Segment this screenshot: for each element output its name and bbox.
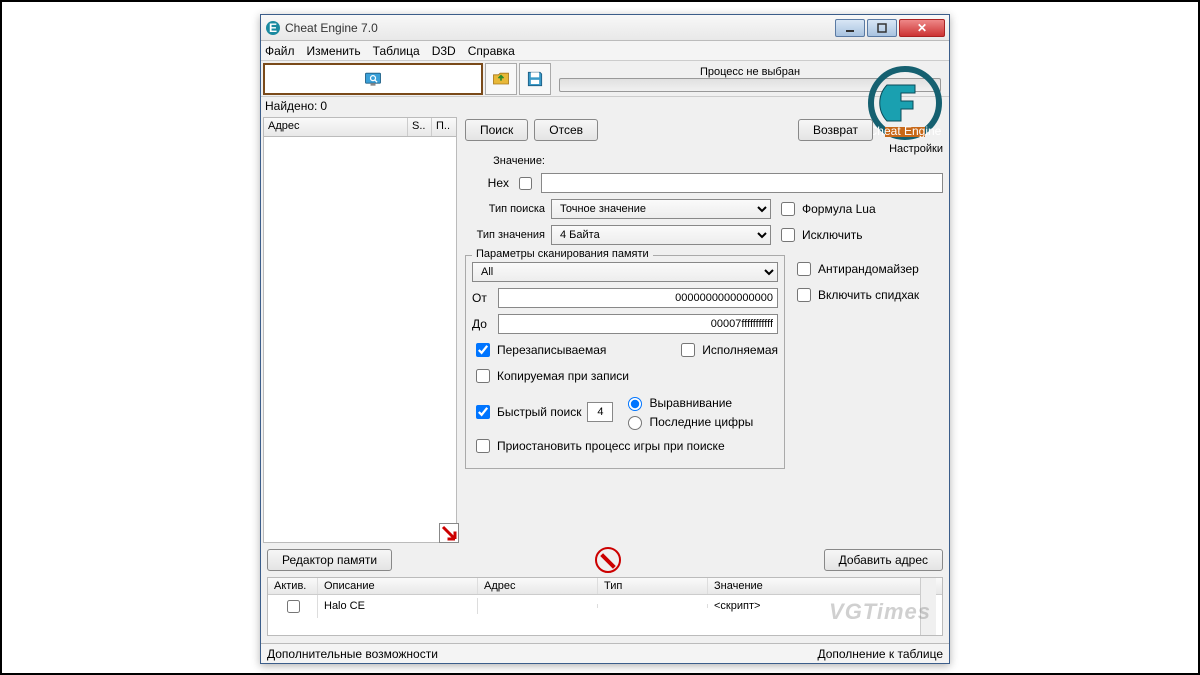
value-type-select[interactable]: 4 Байта xyxy=(551,225,771,245)
maximize-button[interactable] xyxy=(867,19,897,37)
fast-checkbox[interactable] xyxy=(476,405,490,419)
hex-label: Hex xyxy=(465,176,509,190)
select-process-button[interactable] xyxy=(263,63,483,95)
region-select[interactable]: All xyxy=(472,262,778,282)
th-desc[interactable]: Описание xyxy=(318,578,478,594)
value-label: Значение: xyxy=(465,155,545,167)
toolbar: Процесс не выбран xyxy=(261,61,949,97)
to-input[interactable] xyxy=(498,314,778,334)
filter-button[interactable]: Отсев xyxy=(534,119,598,141)
menu-file[interactable]: Файл xyxy=(265,44,295,58)
results-header: Адрес S.. П.. xyxy=(263,117,457,137)
hex-checkbox[interactable] xyxy=(519,177,532,190)
th-addr[interactable]: Адрес xyxy=(478,578,598,594)
antirand-checkbox[interactable] xyxy=(797,262,811,276)
search-type-select[interactable]: Точное значение xyxy=(551,199,771,219)
value-type-label: Тип значения xyxy=(465,229,545,241)
status-left[interactable]: Дополнительные возможности xyxy=(267,647,438,661)
writable-checkbox[interactable] xyxy=(476,343,490,357)
lua-checkbox[interactable] xyxy=(781,202,795,216)
app-window: E Cheat Engine 7.0 ✕ Файл Изменить Табли… xyxy=(260,14,950,664)
results-list[interactable] xyxy=(263,137,457,543)
menu-table[interactable]: Таблица xyxy=(373,44,420,58)
save-button[interactable] xyxy=(519,63,551,95)
open-file-button[interactable] xyxy=(485,63,517,95)
memory-editor-button[interactable]: Редактор памяти xyxy=(267,549,392,571)
pause-checkbox[interactable] xyxy=(476,439,490,453)
add-address-button[interactable]: Добавить адрес xyxy=(824,549,943,571)
statusbar: Дополнительные возможности Дополнение к … xyxy=(261,643,949,663)
fast-value-input[interactable] xyxy=(587,402,613,422)
executable-checkbox[interactable] xyxy=(681,343,695,357)
menu-d3d[interactable]: D3D xyxy=(432,44,456,58)
minimize-button[interactable] xyxy=(835,19,865,37)
revert-button[interactable]: Возврат xyxy=(798,119,873,141)
value-input[interactable] xyxy=(541,173,943,193)
search-type-label: Тип поиска xyxy=(465,203,545,215)
exclude-checkbox[interactable] xyxy=(781,228,795,242)
found-label: Найдено: 0 xyxy=(261,97,949,115)
status-right[interactable]: Дополнение к таблице xyxy=(817,647,943,661)
menubar: Файл Изменить Таблица D3D Справка xyxy=(261,41,949,61)
no-sign-icon xyxy=(595,547,621,573)
titlebar[interactable]: E Cheat Engine 7.0 ✕ xyxy=(261,15,949,41)
watermark: VGTimes xyxy=(829,599,931,625)
menu-help[interactable]: Справка xyxy=(468,44,515,58)
app-icon: E xyxy=(265,20,281,36)
col-p[interactable]: П.. xyxy=(432,118,456,136)
from-input[interactable] xyxy=(498,288,778,308)
th-active[interactable]: Актив. xyxy=(268,578,318,594)
th-value[interactable]: Значение xyxy=(708,578,942,594)
close-button[interactable]: ✕ xyxy=(899,19,945,37)
speedhack-checkbox[interactable] xyxy=(797,288,811,302)
expand-arrow-button[interactable] xyxy=(439,523,459,543)
col-address[interactable]: Адрес xyxy=(264,118,408,136)
window-title: Cheat Engine 7.0 xyxy=(285,21,833,35)
row-active-checkbox[interactable] xyxy=(287,600,300,613)
col-s[interactable]: S.. xyxy=(408,118,432,136)
menu-edit[interactable]: Изменить xyxy=(307,44,361,58)
search-button[interactable]: Поиск xyxy=(465,119,528,141)
th-type[interactable]: Тип xyxy=(598,578,708,594)
last-digits-radio[interactable] xyxy=(628,416,642,430)
scan-params-group: Параметры сканирования памяти All От До … xyxy=(465,255,785,469)
align-radio[interactable] xyxy=(628,397,642,411)
svg-text:E: E xyxy=(269,21,277,35)
cow-checkbox[interactable] xyxy=(476,369,490,383)
